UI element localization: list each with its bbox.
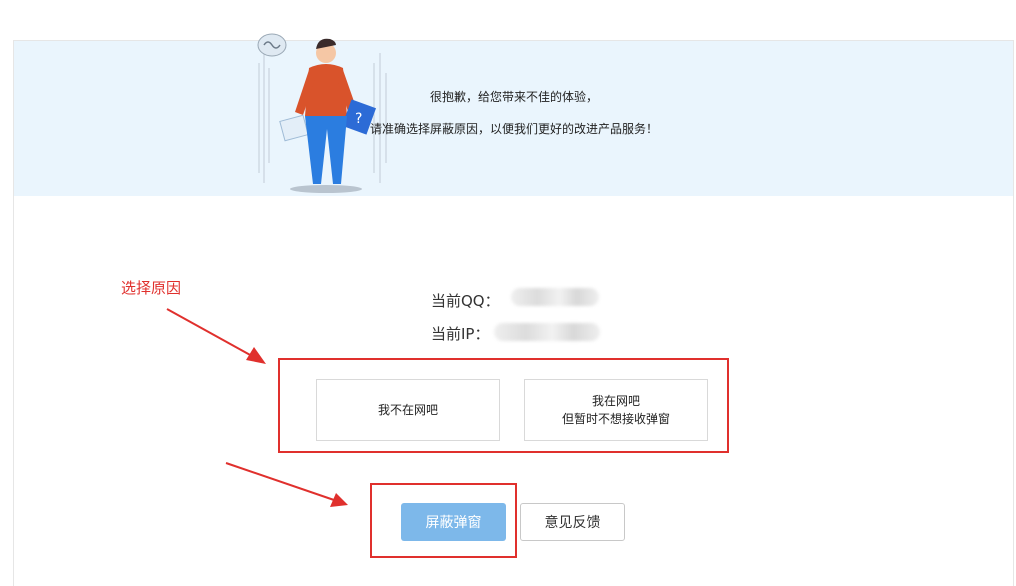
reason-option-in-netcafe[interactable]: 我在网吧 但暂时不想接收弹窗 [524, 379, 708, 441]
current-ip-label: 当前IP： [431, 325, 490, 343]
reason-option-not-in-netcafe[interactable]: 我不在网吧 [316, 379, 500, 441]
feedback-button[interactable]: 意见反馈 [520, 503, 625, 541]
current-qq-label: 当前QQ： [431, 292, 500, 310]
reason-option-sublabel: 但暂时不想接收弹窗 [561, 412, 670, 426]
block-popup-button[interactable]: 屏蔽弹窗 [401, 503, 506, 541]
reason-option-label: 我在网吧 [591, 394, 640, 408]
reason-option-label: 我不在网吧 [377, 403, 438, 417]
annotation-arrow-1 [166, 308, 266, 364]
ip-value-blurred [494, 323, 600, 341]
annotation-arrow-2 [225, 462, 348, 507]
qq-value-blurred [511, 288, 599, 306]
